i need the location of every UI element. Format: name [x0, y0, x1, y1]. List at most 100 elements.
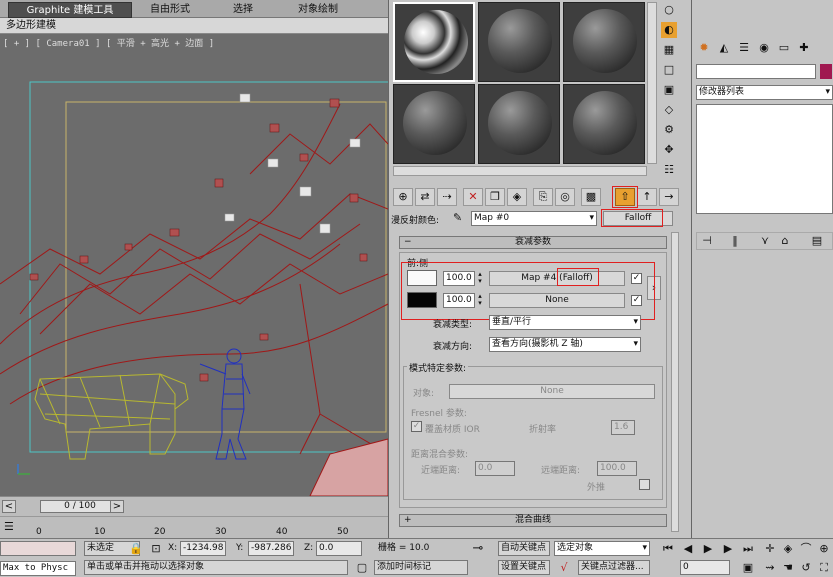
key-mode-icon[interactable]: √: [556, 560, 572, 576]
orbit-icon[interactable]: ◈: [780, 541, 796, 557]
hand-icon[interactable]: ☚: [780, 560, 796, 576]
extrapolate-checkbox[interactable]: [639, 479, 650, 490]
tick-label: 50: [337, 527, 349, 537]
ior-field[interactable]: 1.6: [611, 420, 635, 435]
key-icon[interactable]: ⊸: [470, 541, 486, 557]
tab-graphite[interactable]: Graphite 建模工具: [8, 2, 132, 18]
near-distance-field[interactable]: 0.0: [475, 461, 515, 476]
motion-tab-icon[interactable]: ◉: [756, 40, 772, 56]
rollout-mix-curve[interactable]: + 混合曲线: [399, 514, 667, 527]
go-to-start-icon[interactable]: ⏮: [660, 541, 676, 557]
z-coordinate-field[interactable]: 0.0: [316, 541, 362, 556]
editor-vscroll[interactable]: [671, 232, 679, 532]
background-icon[interactable]: ▦: [661, 42, 677, 58]
time-next-button[interactable]: >: [110, 500, 124, 513]
object-pick-button[interactable]: None: [449, 384, 655, 399]
map-name-field[interactable]: Map #0: [471, 211, 597, 226]
display-tab-icon[interactable]: ▭: [776, 40, 792, 56]
utilities-tab-icon[interactable]: ✚: [796, 40, 812, 56]
slot-vscroll[interactable]: [647, 2, 657, 164]
go-forward-sibling-icon[interactable]: →: [659, 188, 679, 206]
hierarchy-tab-icon[interactable]: ☰: [736, 40, 752, 56]
viewport-label[interactable]: [ + ] [ Camera01 ] [ 平滑 + 高光 + 边面 ]: [3, 36, 214, 49]
material-slot-2[interactable]: [478, 2, 560, 82]
next-frame-icon[interactable]: ▶: [720, 541, 736, 557]
listener-mini[interactable]: [0, 541, 76, 556]
absolute-mode-icon[interactable]: ⊡: [148, 541, 164, 557]
camera-viewport[interactable]: [ + ] [ Camera01 ] [ 平滑 + 高光 + 边面 ]: [0, 34, 388, 496]
pin-stack-icon[interactable]: ⊣: [699, 233, 715, 249]
override-ior-checkbox[interactable]: ✓: [411, 421, 422, 432]
modify-tab-icon[interactable]: ◭: [716, 40, 732, 56]
tab-object-paint[interactable]: 对象绘制: [285, 2, 351, 18]
material-effects-channel-icon[interactable]: ◎: [555, 188, 575, 206]
copy-material-icon[interactable]: ❐: [485, 188, 505, 206]
key-filters-button[interactable]: 关键点过滤器...: [578, 560, 650, 575]
arc-rotate-icon[interactable]: ↺: [798, 560, 814, 576]
add-time-tag[interactable]: 添加时间标记: [374, 560, 468, 575]
make-unique-icon[interactable]: ◈: [507, 188, 527, 206]
eyedropper-icon[interactable]: ✎: [453, 211, 462, 224]
material-slot-3[interactable]: [563, 2, 645, 82]
script-listener[interactable]: Max to Physc (: [0, 561, 76, 576]
uv-tiling-icon[interactable]: □: [661, 62, 677, 78]
reset-map-icon[interactable]: ✕: [463, 188, 483, 206]
falloff-direction-select[interactable]: 查看方向(摄影机 Z 轴): [489, 337, 641, 352]
options-icon[interactable]: ⚙: [661, 122, 677, 138]
slot-hscroll[interactable]: [393, 166, 647, 176]
falloff-type-select[interactable]: 垂直/平行: [489, 315, 641, 330]
walk-icon[interactable]: ⇝: [762, 560, 778, 576]
make-unique-icon[interactable]: ⋎: [757, 233, 773, 249]
far-distance-field[interactable]: 100.0: [597, 461, 637, 476]
set-key-button[interactable]: 设置关键点: [498, 560, 550, 575]
backlight-icon[interactable]: ◐: [661, 22, 677, 38]
tab-freeform[interactable]: 自由形式: [140, 2, 200, 18]
time-prev-button[interactable]: <: [2, 500, 16, 513]
make-preview-icon[interactable]: ◇: [661, 102, 677, 118]
put-to-scene-icon[interactable]: ⇄: [415, 188, 435, 206]
rollout-falloff-params[interactable]: − 衰减参数: [399, 236, 667, 249]
go-to-parent-icon[interactable]: ↑: [637, 188, 657, 206]
select-by-material-icon[interactable]: ✥: [661, 142, 677, 158]
get-material-icon[interactable]: ⊕: [393, 188, 413, 206]
prompt-options-icon[interactable]: ▢: [354, 560, 370, 576]
lock-icon[interactable]: 🔒: [128, 541, 144, 557]
remove-modifier-icon[interactable]: ⌂: [777, 233, 793, 249]
material-slot-5[interactable]: [478, 84, 560, 164]
put-to-library-icon[interactable]: ⎘: [533, 188, 553, 206]
material-navigator-icon[interactable]: ☷: [661, 162, 677, 178]
modifier-list-select[interactable]: 修改器列表: [696, 85, 833, 100]
modifier-stack[interactable]: [696, 104, 833, 214]
material-slot-6[interactable]: [563, 84, 645, 164]
show-map-icon[interactable]: ▩: [581, 188, 601, 206]
ruler-icon[interactable]: ☰: [4, 520, 14, 533]
material-slot-1[interactable]: [393, 2, 475, 82]
pan-icon[interactable]: ✛: [762, 541, 778, 557]
play-icon[interactable]: ▶: [700, 541, 716, 557]
time-slider[interactable]: 0 / 100: [40, 500, 120, 513]
material-slot-4[interactable]: [393, 84, 475, 164]
video-check-icon[interactable]: ▣: [661, 82, 677, 98]
timeline-ruler[interactable]: ☰ 0 10 20 30 40 50: [0, 516, 388, 538]
tab-selection[interactable]: 选择: [220, 2, 266, 18]
zoom-icon[interactable]: ⊕: [816, 541, 832, 557]
fov-icon[interactable]: ⌒: [798, 541, 814, 557]
assign-to-selection-icon[interactable]: ⇢: [437, 188, 457, 206]
previous-frame-icon[interactable]: ◀: [680, 541, 696, 557]
configure-sets-icon[interactable]: ▤: [809, 233, 825, 249]
x-coordinate-field[interactable]: -1234.98: [180, 541, 226, 556]
show-end-result-icon[interactable]: ‖: [727, 233, 743, 249]
object-color-swatch[interactable]: [820, 64, 832, 79]
subtab-poly-modeling[interactable]: 多边形建模: [6, 18, 56, 33]
create-tab-icon[interactable]: ✹: [696, 40, 712, 56]
auto-key-button[interactable]: 自动关键点: [498, 541, 550, 556]
sample-type-icon[interactable]: ○: [661, 2, 677, 18]
selection-set-select[interactable]: 选定对象: [554, 541, 650, 556]
maximize-viewport-icon[interactable]: ⛶: [816, 560, 832, 576]
tick-label: 10: [94, 527, 106, 537]
object-name-field[interactable]: [696, 64, 816, 79]
time-config-icon[interactable]: ▣: [740, 560, 756, 576]
current-frame-field[interactable]: 0: [680, 560, 730, 575]
go-to-end-icon[interactable]: ⏭: [740, 541, 756, 557]
y-coordinate-field[interactable]: -987.286: [248, 541, 294, 556]
